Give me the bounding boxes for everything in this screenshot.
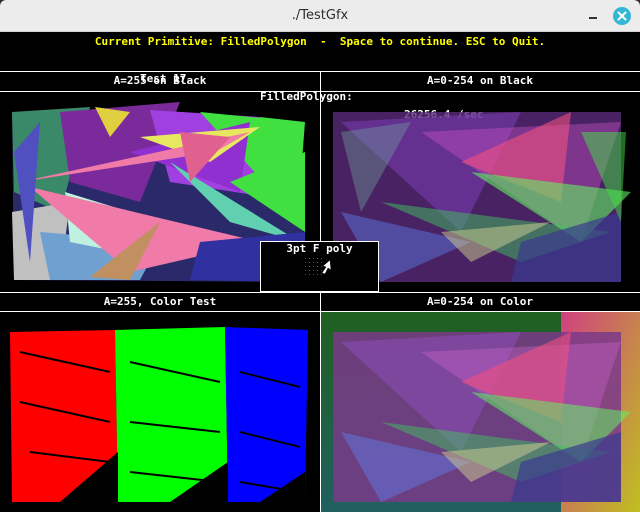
mouse-cursor-icon xyxy=(305,258,332,275)
primitive-preview-box: 3pt F poly xyxy=(260,241,379,292)
window-title: ./TestGfx xyxy=(291,8,349,23)
quadrant-label-bottom-left: A=255, Color Test xyxy=(103,295,217,308)
canvas-bottom-left xyxy=(0,312,320,512)
quadrant-label-bottom-right: A=0-254 on Color xyxy=(427,295,533,308)
quadrant-label-top-left: A=255 on Black xyxy=(113,74,207,87)
title-bar[interactable]: ./TestGfx xyxy=(0,0,640,32)
performance-line: Test 17 FilledPolygon: 26256.4 /sec xyxy=(0,52,640,121)
quadrant-label-top-right: A=0-254 on Black xyxy=(427,74,533,87)
app-window: ./TestGfx Current Primitive: FilledPolyg… xyxy=(0,0,640,512)
preview-label: 3pt F poly xyxy=(286,242,353,255)
minimize-icon[interactable] xyxy=(584,7,602,25)
status-line: Current Primitive: FilledPolygon - Space… xyxy=(94,35,546,48)
canvas-bottom-right xyxy=(321,312,640,512)
close-icon[interactable] xyxy=(613,7,631,25)
